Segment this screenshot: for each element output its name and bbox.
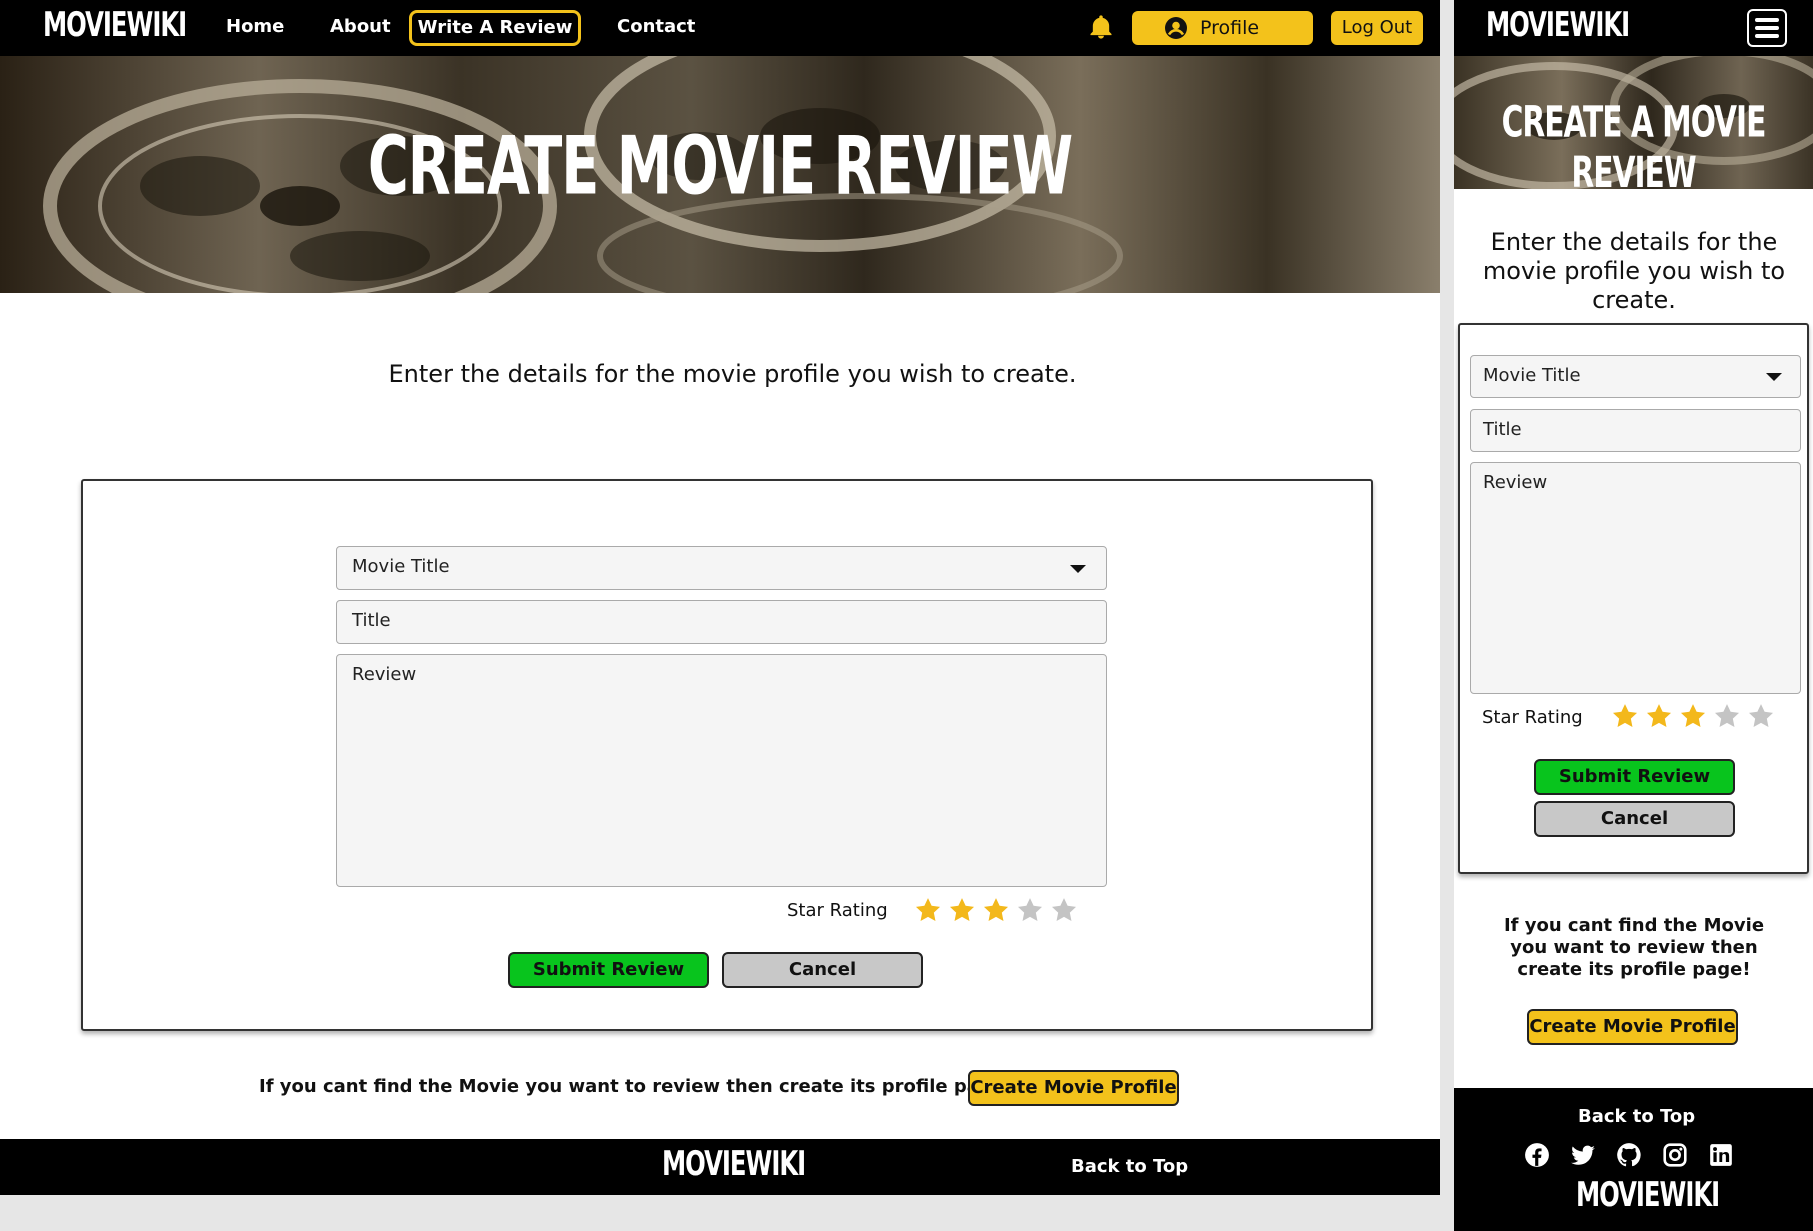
mobile-title-input[interactable]: Title [1470,409,1801,452]
profile-button[interactable]: Profile [1132,11,1313,45]
mobile-caret-down-icon [1766,373,1782,381]
star-rating-label: Star Rating [787,900,888,921]
nav-home[interactable]: Home [226,14,284,40]
back-to-top-link[interactable]: Back to Top [1071,1154,1188,1180]
star-icon[interactable] [1016,896,1044,924]
star-icon[interactable] [1050,896,1078,924]
star-icon[interactable] [1713,702,1741,730]
mobile-create-movie-profile-button[interactable]: Create Movie Profile [1527,1009,1738,1045]
twitter-icon[interactable] [1570,1142,1596,1168]
submit-review-button[interactable]: Submit Review [508,952,709,988]
star-icon[interactable] [1611,702,1639,730]
mobile-star-rating-label: Star Rating [1482,707,1583,728]
mobile-review-textarea[interactable]: Review [1470,462,1801,694]
instagram-icon[interactable] [1662,1142,1688,1168]
nav-write-review[interactable]: Write A Review [409,10,581,46]
cancel-button[interactable]: Cancel [722,952,923,988]
title-placeholder: Title [352,610,391,631]
top-nav: MOVIEWIKI Home About Write A Review Cont… [0,0,1440,56]
mobile-top-nav: MOVIEWIKI [1454,0,1813,56]
mobile-movie-title-select[interactable]: Movie Title [1470,355,1801,398]
mobile-back-to-top-link[interactable]: Back to Top [1578,1104,1695,1130]
star-icon[interactable] [1679,702,1707,730]
star-rating[interactable] [914,896,1078,924]
movie-title-select[interactable]: Movie Title [336,546,1107,590]
review-placeholder: Review [352,664,417,685]
linkedin-icon[interactable] [1708,1142,1734,1168]
nav-about[interactable]: About [330,14,391,40]
mobile-brand-logo[interactable]: MOVIEWIKI [1486,6,1630,45]
hero-banner: CREATE MOVIE REVIEW [0,56,1440,293]
footer: MOVIEWIKI Back to Top [0,1139,1440,1195]
mobile-title-placeholder: Title [1483,419,1522,440]
user-circle-icon [1165,17,1187,39]
bell-icon[interactable] [1087,13,1115,41]
star-icon[interactable] [948,896,976,924]
intro-text: Enter the details for the movie profile … [388,360,1077,388]
logout-button[interactable]: Log Out [1331,11,1423,45]
star-icon[interactable] [914,896,942,924]
star-icon[interactable] [982,896,1010,924]
mobile-submit-review-button[interactable]: Submit Review [1534,759,1735,795]
mobile-star-rating[interactable] [1611,702,1775,730]
brand-logo[interactable]: MOVIEWIKI [43,6,187,45]
review-form-card: Movie Title Title Review Star Rating Sub… [81,479,1373,1031]
star-icon[interactable] [1645,702,1673,730]
mobile-movie-title-placeholder: Movie Title [1483,365,1581,386]
profile-label: Profile [1200,17,1260,39]
desktop-view: MOVIEWIKI Home About Write A Review Cont… [0,0,1440,1195]
mobile-review-form-card: Movie Title Title Review Star Rating Sub… [1458,323,1809,874]
hero-title: CREATE MOVIE REVIEW [367,118,1073,213]
nav-contact[interactable]: Contact [617,14,695,40]
title-input[interactable]: Title [336,600,1107,644]
caret-down-icon [1070,565,1086,573]
footer-logo[interactable]: MOVIEWIKI [662,1145,806,1184]
mobile-hero-banner: CREATE A MOVIE REVIEW [1454,56,1813,189]
mobile-intro-text: Enter the details for the movie profile … [1482,228,1786,314]
review-textarea[interactable]: Review [336,654,1107,887]
mobile-cancel-button[interactable]: Cancel [1534,801,1735,837]
mobile-hero-title: CREATE A MOVIE REVIEW [1501,96,1767,189]
github-icon[interactable] [1616,1142,1642,1168]
movie-title-placeholder: Movie Title [352,556,450,577]
facebook-icon[interactable] [1524,1142,1550,1168]
mobile-review-placeholder: Review [1483,472,1548,493]
cta-text: If you cant find the Movie you want to r… [259,1076,1013,1097]
hamburger-menu-icon[interactable] [1747,9,1787,47]
mobile-footer-logo[interactable]: MOVIEWIKI [1576,1176,1720,1215]
star-icon[interactable] [1747,702,1775,730]
create-movie-profile-button[interactable]: Create Movie Profile [968,1070,1179,1106]
mobile-view: MOVIEWIKI CREATE A MOVIE REVIEW Enter th… [1454,0,1813,1231]
mobile-footer: Back to Top MOVIEWIKI [1454,1088,1813,1231]
mobile-cta-text: If you cant find the Movie you want to r… [1503,915,1765,980]
